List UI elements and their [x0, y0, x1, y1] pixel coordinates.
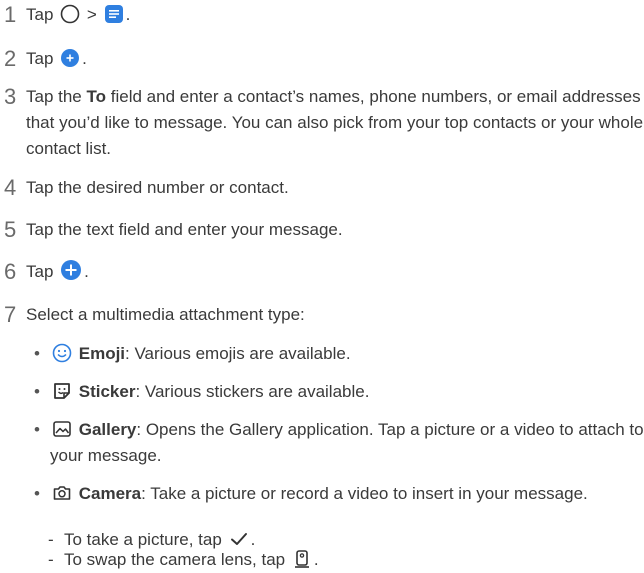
sub-text-prefix: To swap the camera lens, tap: [64, 550, 286, 569]
bullet-desc: : Take a picture or record a video to in…: [141, 484, 588, 503]
step-number: 2: [4, 46, 17, 71]
bullet-text: Sticker: Various stickers are available.: [50, 379, 644, 405]
bullet-emoji: • Emoji: Various emojis are available.: [34, 341, 644, 367]
bullet-text: Gallery: Opens the Gallery application. …: [50, 417, 644, 469]
step-number: 3: [4, 84, 17, 109]
bullet-title: Gallery: [78, 420, 137, 439]
step-text: Tap the To field and enter a contact’s n…: [26, 84, 644, 162]
step-number: 4: [4, 175, 17, 200]
bullet-mark: •: [34, 344, 40, 363]
bullet-title: Emoji: [78, 344, 126, 363]
step-4: 4 Tap the desired number or contact.: [0, 175, 644, 201]
step-text-prefix: Tap the: [26, 87, 82, 106]
step-6: 6 Tap .: [0, 259, 644, 285]
step-text-separator: >: [86, 5, 97, 24]
sub-text-suffix: .: [313, 550, 319, 569]
messages-app-icon: [104, 5, 123, 23]
step-number: 7: [4, 302, 17, 327]
emoji-icon: [52, 343, 72, 363]
bullet-title: Camera: [78, 484, 142, 503]
bullet-sticker: • Sticker: Various stickers are availabl…: [34, 379, 644, 405]
bullet-mark: •: [34, 420, 40, 439]
step-text-rest: field and enter a contact’s names, phone…: [26, 87, 644, 158]
step-text-suffix: .: [82, 49, 87, 68]
step-3: 3 Tap the To field and enter a contact’s…: [0, 84, 644, 162]
step-number: 6: [4, 259, 17, 284]
step-text-suffix: .: [84, 262, 89, 281]
checkmark-icon: [230, 533, 247, 545]
step-7: 7 Select a multimedia attachment type:: [0, 302, 644, 328]
step-1: 1 Tap > .: [0, 2, 644, 28]
step-text: Tap the text field and enter your messag…: [26, 220, 343, 239]
step-number: 5: [4, 217, 17, 242]
bullet-text: Emoji: Various emojis are available.: [50, 341, 644, 367]
step-text: Tap the desired number or contact.: [26, 178, 289, 197]
bullet-text: Camera: Take a picture or record a video…: [50, 481, 644, 507]
dash-mark: -: [48, 550, 54, 569]
add-attachment-icon: [61, 260, 82, 280]
switch-camera-icon: [294, 550, 309, 568]
sub-text: To swap the camera lens, tap .: [64, 547, 644, 573]
manual-page: 1 Tap > . 2 Tap . 3 Tap the To field and…: [0, 0, 644, 573]
bullet-mark: •: [34, 382, 40, 401]
step-text: Tap .: [26, 259, 644, 285]
bullet-camera: • Camera: Take a picture or record a vid…: [34, 481, 644, 507]
bullet-desc: : Various emojis are available.: [125, 344, 351, 363]
step-text-prefix: Tap: [26, 5, 54, 24]
step-text-prefix: Tap: [26, 49, 54, 68]
bullet-desc: : Various stickers are available.: [135, 382, 370, 401]
bullet-desc: : Opens the Gallery application. Tap a p…: [50, 420, 644, 465]
step-text: Tap > .: [26, 2, 644, 28]
step-text-prefix: Tap: [26, 262, 54, 281]
bullet-gallery: • Gallery: Opens the Gallery application…: [34, 417, 644, 469]
step-text: Tap .: [26, 46, 644, 72]
gallery-icon: [53, 421, 71, 437]
home-circle-icon: [60, 4, 80, 24]
bullet-title: Sticker: [78, 382, 136, 401]
step-2: 2 Tap .: [0, 46, 644, 72]
step-text-suffix: .: [125, 5, 131, 24]
bullet-mark: •: [34, 484, 40, 503]
step-5: 5 Tap the text field and enter your mess…: [0, 217, 644, 243]
new-message-icon: [61, 49, 80, 67]
camera-icon: [53, 486, 71, 500]
step-number: 1: [4, 2, 17, 27]
sticker-icon: [54, 383, 70, 399]
step-text: Select a multimedia attachment type:: [26, 305, 305, 324]
to-field-label: To: [86, 87, 107, 106]
sub-swap-lens: - To swap the camera lens, tap .: [48, 547, 644, 573]
